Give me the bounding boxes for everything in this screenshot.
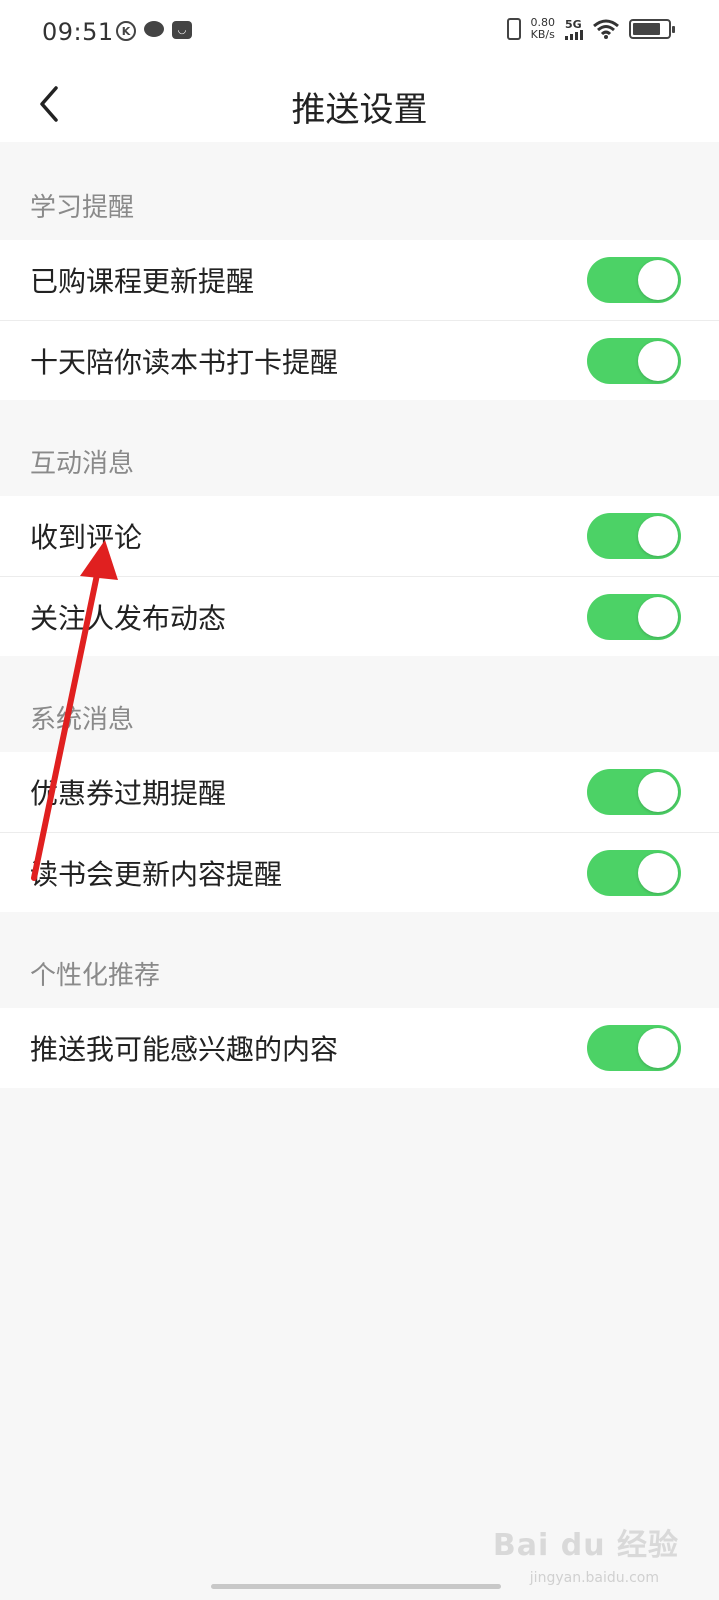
battery-level (633, 23, 660, 35)
toggle-knob (638, 772, 678, 812)
baidu-watermark: Bai du 经验 (492, 1528, 679, 1563)
status-left-icons: K • ◡ (116, 21, 192, 41)
toggle-switch-on[interactable] (587, 1025, 681, 1071)
home-indicator[interactable] (211, 1584, 501, 1589)
setting-row: 关注人发布动态 (0, 576, 719, 656)
setting-label: 推送我可能感兴趣的内容 (30, 1033, 339, 1066)
toggle-switch-on[interactable] (587, 338, 681, 384)
toggle-knob (638, 1028, 678, 1068)
toggle-knob (638, 260, 678, 300)
toggle-switch-on[interactable] (587, 850, 681, 896)
toggle-knob (638, 341, 678, 381)
setting-row: 已购课程更新提醒 (0, 240, 719, 320)
section-header-study: 学习提醒 (30, 193, 135, 223)
page-title: 推送设置 (291, 90, 428, 130)
setting-row: 收到评论 (0, 496, 719, 576)
net-speed-unit: KB/s (530, 28, 555, 41)
setting-label: 已购课程更新提醒 (30, 265, 255, 298)
toggle-knob (638, 853, 678, 893)
settings-group-interaction: 收到评论 关注人发布动态 (0, 496, 719, 656)
setting-label: 优惠券过期提醒 (30, 777, 227, 810)
toggle-switch-on[interactable] (587, 513, 681, 559)
toggle-knob (638, 597, 678, 637)
setting-row: 读书会更新内容提醒 (0, 832, 719, 912)
header: 推送设置 (0, 64, 719, 142)
settings-group-system: 优惠券过期提醒 读书会更新内容提醒 (0, 752, 719, 912)
signal-icon: 5G (565, 19, 583, 40)
section-header-interaction: 互动消息 (30, 449, 135, 479)
toggle-knob (638, 516, 678, 556)
setting-label: 读书会更新内容提醒 (30, 857, 283, 891)
setting-label: 收到评论 (30, 521, 143, 554)
setting-row: 推送我可能感兴趣的内容 (0, 1008, 719, 1088)
settings-group-study: 已购课程更新提醒 十天陪你读本书打卡提醒 (0, 240, 719, 400)
section-header-system: 系统消息 (30, 705, 135, 735)
toggle-switch-on[interactable] (587, 257, 681, 303)
wifi-icon (593, 19, 619, 39)
setting-row: 优惠券过期提醒 (0, 752, 719, 832)
shopping-bag-icon: ◡ (172, 21, 192, 39)
network-type: 5G (565, 17, 582, 31)
baidu-watermark-url: jingyan.baidu.com (529, 1570, 659, 1586)
net-speed: 0.80 KB/s (531, 17, 556, 41)
settings-group-personalized: 推送我可能感兴趣的内容 (0, 1008, 719, 1088)
section-header-personalized: 个性化推荐 (30, 961, 161, 991)
setting-row: 十天陪你读本书打卡提醒 (0, 320, 719, 400)
setting-label: 十天陪你读本书打卡提醒 (30, 345, 339, 379)
setting-label: 关注人发布动态 (30, 601, 227, 635)
toggle-switch-on[interactable] (587, 769, 681, 815)
chat-bubble-icon: • (144, 21, 164, 37)
vibrate-icon (506, 18, 521, 40)
battery-icon (629, 19, 675, 39)
toggle-switch-on[interactable] (587, 594, 681, 640)
status-time: 09:51 (42, 18, 114, 46)
status-right-icons: 0.80 KB/s 5G (506, 17, 675, 41)
status-bar: 09:51 K • ◡ 0.80 KB/s 5G (0, 0, 719, 64)
k-app-icon: K (116, 21, 136, 41)
